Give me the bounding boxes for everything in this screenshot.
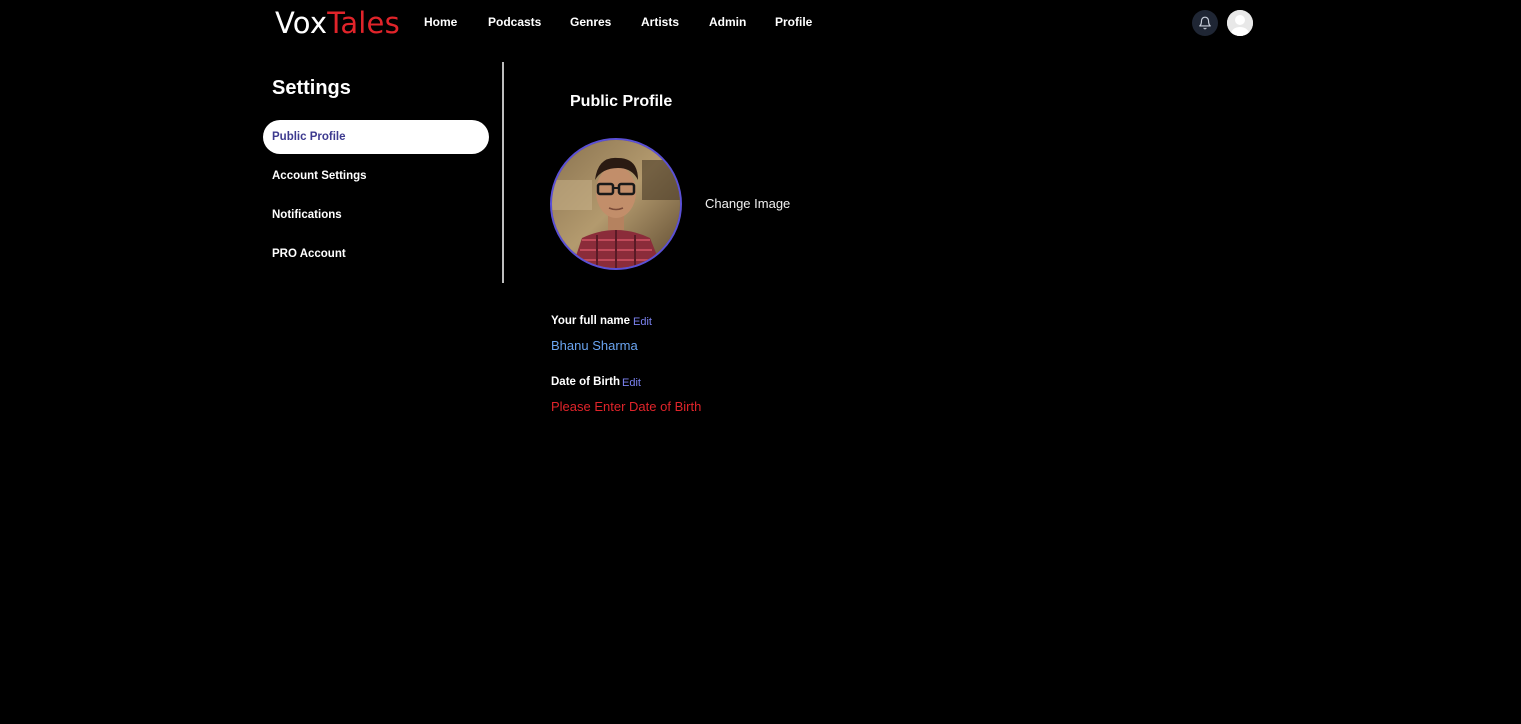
logo-vox: Vox xyxy=(275,6,328,40)
sidebar-divider xyxy=(502,62,504,283)
full-name-edit-link[interactable]: Edit xyxy=(633,315,652,329)
settings-page: VoxTales Home Podcasts Genres Artists Ad… xyxy=(0,0,1521,724)
full-name-value: Bhanu Sharma xyxy=(551,338,638,353)
logo-tales: Tales xyxy=(327,6,400,40)
user-avatar-icon xyxy=(1227,10,1253,36)
change-image-button[interactable]: Change Image xyxy=(705,196,790,212)
nav-admin[interactable]: Admin xyxy=(709,14,746,30)
sidebar-item-notifications[interactable]: Notifications xyxy=(263,198,489,232)
sidebar-item-account-settings[interactable]: Account Settings xyxy=(263,159,489,193)
settings-title: Settings xyxy=(272,77,351,99)
profile-photo xyxy=(552,140,680,268)
sidebar-item-pro-account[interactable]: PRO Account xyxy=(263,237,489,271)
nav-artists[interactable]: Artists xyxy=(641,14,679,30)
user-avatar-button[interactable] xyxy=(1227,10,1253,36)
dob-label: Date of Birth xyxy=(551,376,620,388)
dob-edit-link[interactable]: Edit xyxy=(622,376,641,390)
app-logo[interactable]: VoxTales xyxy=(275,4,400,42)
notifications-button[interactable] xyxy=(1192,10,1218,36)
nav-podcasts[interactable]: Podcasts xyxy=(488,14,541,30)
bell-icon xyxy=(1199,16,1211,30)
nav-profile[interactable]: Profile xyxy=(775,14,812,30)
nav-home[interactable]: Home xyxy=(424,14,457,30)
dob-value: Please Enter Date of Birth xyxy=(551,399,702,414)
nav-genres[interactable]: Genres xyxy=(570,14,611,30)
section-title: Public Profile xyxy=(570,93,673,110)
sidebar-item-public-profile[interactable]: Public Profile xyxy=(263,120,489,154)
profile-picture xyxy=(550,138,682,270)
full-name-label: Your full name xyxy=(551,315,631,327)
